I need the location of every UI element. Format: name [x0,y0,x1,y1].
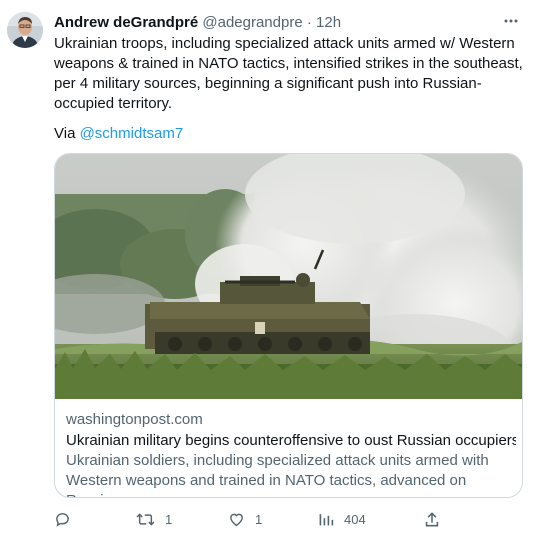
mention-link[interactable]: @schmidtsam7 [80,125,184,142]
retweet-button[interactable]: 1 [136,509,172,529]
card-description: Ukrainian soldiers, including specialize… [66,452,489,497]
display-name[interactable]: Andrew deGrandpré [54,14,198,31]
like-count: 1 [255,511,263,527]
action-bar: 1 1 404 [54,509,454,529]
views-count: 404 [344,511,366,527]
via-line: Via @schmidtsam7 [54,124,183,144]
reply-icon [54,511,71,528]
card-domain: washingtonpost.com [66,411,203,428]
heart-icon [228,511,245,527]
via-prefix: Via [54,125,80,142]
retweet-icon [136,511,155,528]
like-button[interactable]: 1 [228,509,262,529]
card-title: Ukrainian military begins counteroffensi… [66,432,516,449]
tweet-text: Ukrainian troops, including specialized … [54,35,523,112]
user-handle[interactable]: @adegrandpre [202,14,302,31]
views-icon [318,511,334,527]
share-button[interactable] [424,509,440,529]
retweet-count: 1 [165,511,173,527]
link-card[interactable]: washingtonpost.com Ukrainian military be… [54,153,523,498]
reply-button[interactable] [54,509,71,529]
tweet[interactable]: Andrew deGrandpré @adegrandpre · 12h Ukr… [0,0,534,540]
share-icon [424,511,440,528]
timestamp[interactable]: 12h [316,14,341,31]
separator-dot: · [306,14,312,31]
avatar[interactable] [7,12,43,48]
card-image[interactable] [55,154,522,399]
more-options-icon[interactable] [502,12,520,30]
tweet-header: Andrew deGrandpré @adegrandpre · 12h [54,14,494,32]
views-button[interactable]: 404 [318,509,366,529]
